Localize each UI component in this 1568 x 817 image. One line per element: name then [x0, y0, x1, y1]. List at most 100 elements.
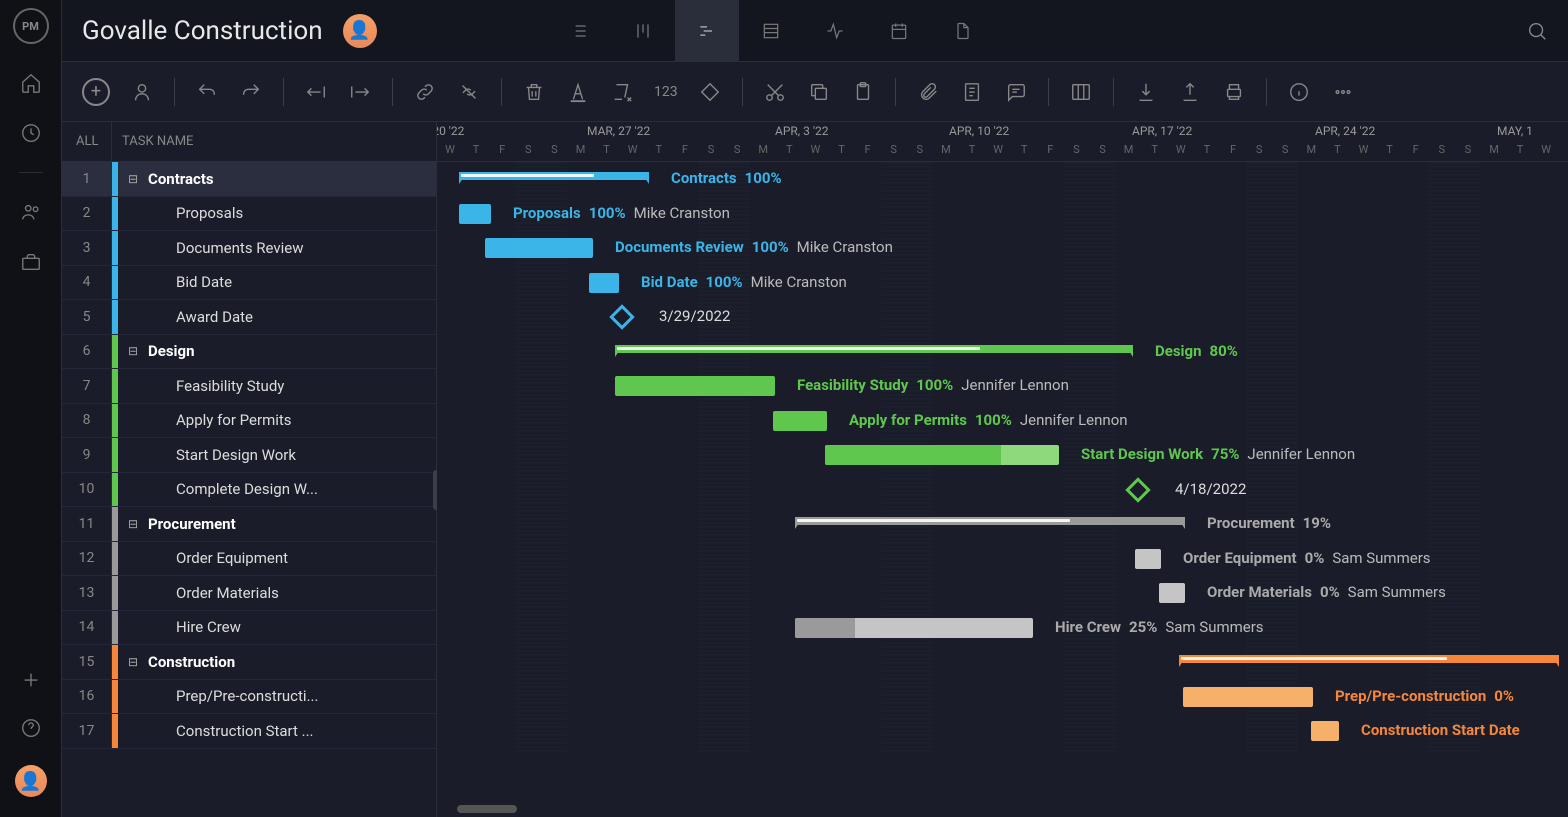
task-row[interactable]: 12 Order Equipment — [62, 542, 436, 577]
expand-toggle[interactable]: ⊟ — [124, 344, 142, 358]
board-view-tab[interactable] — [611, 0, 675, 62]
summary-bar[interactable] — [459, 172, 649, 180]
sheet-view-tab[interactable] — [739, 0, 803, 62]
task-row[interactable]: 13 Order Materials — [62, 576, 436, 611]
task-row[interactable]: 5 Award Date — [62, 300, 436, 335]
delete-icon[interactable] — [522, 80, 546, 104]
project-title: Govalle Construction — [82, 16, 323, 46]
task-name: Hire Crew — [142, 618, 436, 636]
task-row[interactable]: 14 Hire Crew — [62, 611, 436, 646]
clock-icon[interactable] — [20, 122, 42, 144]
task-name: Complete Design W... — [142, 480, 436, 498]
gantt-view-tab[interactable] — [675, 0, 739, 62]
diamond-icon[interactable] — [698, 80, 722, 104]
paste-icon[interactable] — [851, 80, 875, 104]
day-label: M — [1116, 143, 1142, 156]
task-row[interactable]: 16 Prep/Pre-constructi... — [62, 680, 436, 715]
clear-format-icon[interactable] — [610, 80, 634, 104]
project-avatar[interactable]: 👤 — [343, 14, 377, 48]
team-icon[interactable] — [20, 201, 42, 223]
task-bar[interactable] — [459, 204, 491, 224]
day-label: S — [1455, 143, 1481, 156]
outdent-icon[interactable] — [304, 80, 328, 104]
task-row[interactable]: 2 Proposals — [62, 197, 436, 232]
home-icon[interactable] — [20, 72, 42, 94]
task-row[interactable]: 8 Apply for Permits — [62, 404, 436, 439]
milestone-marker[interactable] — [609, 304, 634, 329]
col-header-name[interactable]: TASK NAME — [112, 134, 436, 149]
add-icon[interactable] — [20, 669, 42, 691]
bar-label: Proposals 100% Mike Cranston — [513, 204, 730, 222]
info-icon[interactable] — [1287, 80, 1311, 104]
list-view-tab[interactable] — [547, 0, 611, 62]
task-bar[interactable] — [1159, 583, 1185, 603]
row-number: 4 — [62, 266, 112, 300]
summary-bar[interactable] — [795, 517, 1185, 525]
file-view-tab[interactable] — [931, 0, 995, 62]
expand-toggle[interactable]: ⊟ — [124, 172, 142, 186]
expand-toggle[interactable]: ⊟ — [124, 655, 142, 669]
print-icon[interactable] — [1222, 80, 1246, 104]
milestone-marker[interactable] — [1125, 477, 1150, 502]
task-row[interactable]: 9 Start Design Work — [62, 438, 436, 473]
task-name: Bid Date — [142, 273, 436, 291]
task-row[interactable]: 11 ⊟ Procurement — [62, 507, 436, 542]
task-row[interactable]: 15 ⊟ Construction — [62, 645, 436, 680]
col-header-all[interactable]: ALL — [62, 122, 112, 161]
task-name: Proposals — [142, 204, 436, 222]
bar-label: Contracts 100% — [671, 169, 782, 187]
task-row[interactable]: 17 Construction Start ... — [62, 714, 436, 749]
task-row[interactable]: 3 Documents Review — [62, 231, 436, 266]
task-row[interactable]: 7 Feasibility Study — [62, 369, 436, 404]
week-label: APR, 17 '22 — [1132, 124, 1192, 138]
unlink-icon[interactable] — [457, 80, 481, 104]
export-icon[interactable] — [1178, 80, 1202, 104]
task-bar[interactable] — [795, 618, 1033, 638]
task-bar[interactable] — [589, 273, 619, 293]
task-bar[interactable] — [1311, 721, 1339, 741]
more-icon[interactable] — [1331, 80, 1355, 104]
gantt-chart[interactable]: , 20 '22MAR, 27 '22APR, 3 '22APR, 10 '22… — [437, 122, 1568, 817]
app-logo[interactable]: PM — [13, 8, 49, 44]
task-bar[interactable] — [485, 238, 593, 258]
task-row[interactable]: 6 ⊟ Design — [62, 335, 436, 370]
expand-toggle[interactable]: ⊟ — [124, 517, 142, 531]
task-bar[interactable] — [1135, 549, 1161, 569]
task-row[interactable]: 4 Bid Date — [62, 266, 436, 301]
add-task-button[interactable]: + — [82, 78, 110, 106]
task-bar[interactable] — [1183, 687, 1313, 707]
task-row[interactable]: 1 ⊟ Contracts — [62, 162, 436, 197]
row-number: 13 — [62, 576, 112, 610]
import-icon[interactable] — [1134, 80, 1158, 104]
notes-icon[interactable] — [960, 80, 984, 104]
cut-icon[interactable] — [763, 80, 787, 104]
task-row[interactable]: 10 Complete Design W... — [62, 473, 436, 508]
task-bar[interactable] — [615, 376, 775, 396]
bar-label: Order Materials 0% Sam Summers — [1207, 583, 1446, 601]
activity-view-tab[interactable] — [803, 0, 867, 62]
undo-icon[interactable] — [195, 80, 219, 104]
summary-bar[interactable] — [1179, 655, 1559, 663]
comment-icon[interactable] — [1004, 80, 1028, 104]
milestone-label: 3/29/2022 — [659, 307, 730, 325]
text-color-icon[interactable] — [566, 80, 590, 104]
link-icon[interactable] — [413, 80, 437, 104]
assign-icon[interactable] — [130, 80, 154, 104]
copy-icon[interactable] — [807, 80, 831, 104]
horizontal-scrollbar[interactable] — [457, 805, 517, 813]
row-number: 11 — [62, 507, 112, 541]
summary-bar[interactable] — [615, 345, 1133, 353]
redo-icon[interactable] — [239, 80, 263, 104]
columns-icon[interactable] — [1069, 80, 1093, 104]
help-icon[interactable] — [20, 717, 42, 739]
user-avatar[interactable]: 👤 — [15, 765, 47, 797]
attachment-icon[interactable] — [916, 80, 940, 104]
search-icon[interactable] — [1526, 20, 1548, 42]
task-bar[interactable] — [773, 411, 827, 431]
task-bar[interactable] — [825, 445, 1059, 465]
briefcase-icon[interactable] — [20, 251, 42, 273]
indent-icon[interactable] — [348, 80, 372, 104]
day-label: S — [1429, 143, 1455, 156]
calendar-view-tab[interactable] — [867, 0, 931, 62]
day-label: S — [1063, 143, 1089, 156]
